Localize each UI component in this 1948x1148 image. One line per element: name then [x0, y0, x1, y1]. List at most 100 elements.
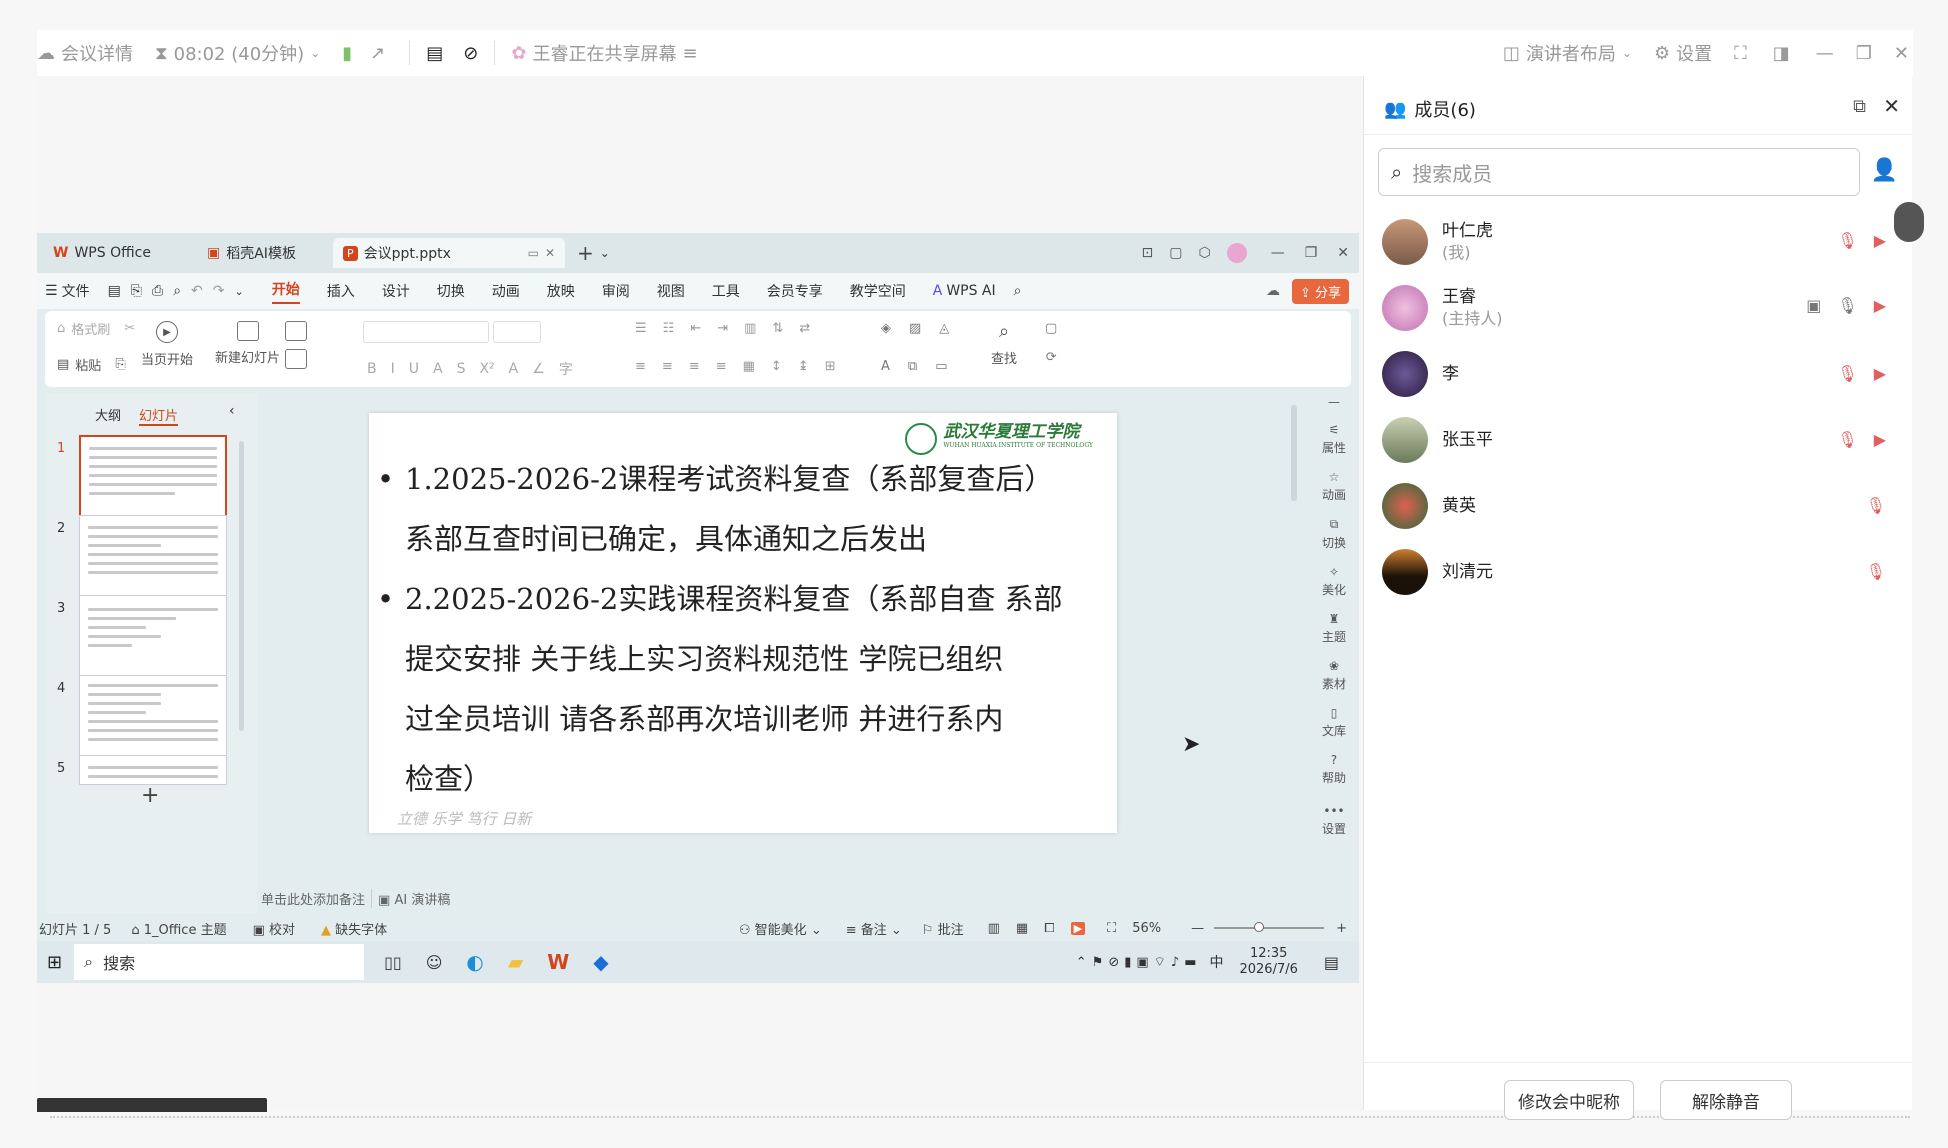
- notification-icon[interactable]: ▤: [1324, 953, 1339, 972]
- menu-slideshow[interactable]: 放映: [547, 281, 575, 301]
- menu-design[interactable]: 设计: [382, 281, 410, 301]
- minimize-icon[interactable]: —: [1271, 245, 1285, 261]
- new-slide-button[interactable]: 新建幻灯片: [215, 321, 280, 366]
- tab-outline[interactable]: 大纲: [95, 405, 121, 426]
- text-direction-icon[interactable]: ⊞: [825, 359, 836, 374]
- tool-library[interactable]: ▯ 文库: [1322, 706, 1346, 739]
- invite-member-icon[interactable]: 👤: [1871, 158, 1898, 183]
- tab-wps-office[interactable]: W WPS Office: [43, 238, 191, 268]
- paste-button[interactable]: ▤ 粘贴 ⎘: [57, 355, 126, 374]
- bullet-2[interactable]: • 2.2025-2026-2实践课程资料复查（系部自查 系部 提交安排 关于线…: [377, 569, 1063, 809]
- picture-icon[interactable]: ▨: [909, 321, 921, 336]
- align-right-icon[interactable]: ≡: [689, 359, 700, 374]
- restore-icon[interactable]: ❐: [1305, 245, 1318, 261]
- notes-bar[interactable]: 单击此处添加备注 ▣ AI 演讲稿: [261, 885, 1291, 911]
- zoom-thumb[interactable]: [1254, 922, 1265, 932]
- tool-animation[interactable]: ☆ 动画: [1322, 470, 1346, 503]
- mic-muted-icon[interactable]: 🎙: [1837, 364, 1857, 383]
- chevron-down-icon[interactable]: ⌄: [600, 246, 610, 260]
- columns-icon[interactable]: ▥: [744, 321, 756, 336]
- close-icon[interactable]: ✕: [1883, 94, 1900, 118]
- play-from-current-button[interactable]: ▶ 当页开始: [141, 321, 193, 368]
- chevron-down-icon[interactable]: ⌄: [235, 285, 244, 298]
- signal-icon[interactable]: ▮: [342, 43, 352, 64]
- normal-view-icon[interactable]: ▥: [988, 921, 1000, 936]
- task-view-icon[interactable]: ▯▯: [384, 953, 402, 972]
- add-slide-icon[interactable]: +: [141, 783, 159, 808]
- tool-transition[interactable]: ⧉ 切换: [1322, 517, 1346, 551]
- menu-file[interactable]: 文件: [62, 281, 90, 301]
- align-center-icon[interactable]: ≡: [662, 359, 673, 374]
- camera-off-icon[interactable]: ▶: [1874, 231, 1886, 250]
- monitor-icon[interactable]: ▭: [528, 246, 539, 260]
- outdent-icon[interactable]: ⇤: [690, 321, 701, 336]
- camera-off-icon[interactable]: ▶: [1874, 364, 1886, 383]
- clock[interactable]: 12:35 2026/7/6: [1239, 946, 1297, 978]
- font-size-select[interactable]: [493, 321, 541, 343]
- align-left-icon[interactable]: ≡: [635, 359, 646, 374]
- fullscreen-icon[interactable]: ⛶: [1734, 43, 1747, 64]
- distribute-icon[interactable]: ▦: [743, 359, 755, 374]
- outline-icon[interactable]: ▭: [935, 359, 947, 374]
- meeting-timer[interactable]: ⧗ 08:02 (40分钟) ⌄: [155, 40, 320, 66]
- line-spacing-icon[interactable]: ↕: [771, 359, 782, 374]
- tab-template[interactable]: ▣ 稻壳AI模板: [197, 238, 327, 268]
- font-name-select[interactable]: [363, 321, 489, 343]
- mic-muted-icon[interactable]: 🎙: [1837, 430, 1857, 449]
- popout-icon[interactable]: ⧉: [1853, 96, 1866, 117]
- window-icon[interactable]: ▢: [1169, 245, 1182, 261]
- fit-icon[interactable]: ⛶: [1107, 921, 1116, 936]
- ai-notes-button[interactable]: ▣ AI 演讲稿: [371, 888, 450, 908]
- tab-pptx[interactable]: P 会议ppt.pptx ▭ ✕: [333, 238, 565, 268]
- find-button[interactable]: ⌕ 查找: [991, 321, 1017, 367]
- layout-button[interactable]: ◫ 演讲者布局 ⌄: [1503, 40, 1632, 66]
- tab-slides[interactable]: 幻灯片: [139, 405, 179, 426]
- menu-animation[interactable]: 动画: [492, 281, 520, 301]
- recording-icon[interactable]: ▤: [426, 43, 443, 64]
- mic-muted-icon[interactable]: 🎙: [1837, 231, 1857, 250]
- app-avatar-icon[interactable]: ☺: [426, 953, 443, 972]
- user-avatar-icon[interactable]: [1226, 243, 1247, 263]
- superscript-icon[interactable]: X²: [479, 361, 494, 377]
- popout-icon[interactable]: ↗: [370, 43, 385, 64]
- tool-settings[interactable]: ••• 设置: [1322, 804, 1346, 837]
- camera-off-icon[interactable]: ▶: [1874, 296, 1886, 315]
- mic-muted-icon[interactable]: 🎙: [1866, 496, 1886, 515]
- slide-thumbnail-1[interactable]: [79, 435, 227, 519]
- screen-share-icon[interactable]: ▣: [1806, 296, 1821, 315]
- underline-icon[interactable]: U: [409, 361, 419, 377]
- comments-toggle[interactable]: ⚐ 批注: [922, 919, 964, 938]
- strikethrough-icon[interactable]: A: [433, 361, 443, 377]
- notes-toggle[interactable]: ≡ 备注 ⌄: [846, 919, 902, 938]
- phonetic-icon[interactable]: 字: [559, 359, 573, 379]
- save-icon[interactable]: ▤: [108, 283, 121, 299]
- redo-icon[interactable]: ↷: [213, 283, 225, 299]
- tray-icons[interactable]: ⌃⚑⊘▮▣⌔♪▬: [1076, 954, 1202, 970]
- cloud-icon[interactable]: ☁: [1266, 283, 1280, 299]
- panel-scrollbar[interactable]: [239, 441, 244, 731]
- tool-beautify[interactable]: ✧ 美化: [1322, 565, 1346, 598]
- wps-app-icon[interactable]: W: [547, 950, 569, 974]
- new-tab-icon[interactable]: +: [577, 241, 594, 265]
- windows-start-icon[interactable]: ⊞: [47, 952, 62, 973]
- member-row[interactable]: 刘清元: [1382, 544, 1493, 600]
- rename-button[interactable]: 修改会中昵称: [1504, 1080, 1634, 1120]
- hide-annotation-icon[interactable]: ⊘: [463, 43, 478, 64]
- textbox-icon[interactable]: A: [881, 359, 890, 374]
- member-search-input[interactable]: ⌕ 搜索成员: [1378, 148, 1860, 196]
- spacing-icon[interactable]: ↨: [798, 359, 809, 374]
- convert-icon[interactable]: ⇄: [799, 321, 810, 336]
- fill-icon[interactable]: ◬: [939, 321, 949, 336]
- tool-theme[interactable]: ♜ 主题: [1322, 612, 1346, 645]
- number-list-icon[interactable]: ☷: [663, 321, 675, 336]
- meeting-details-button[interactable]: ☁ 会议详情: [37, 40, 133, 66]
- undo-icon[interactable]: ↶: [191, 283, 203, 299]
- select-icon[interactable]: ▢: [1045, 321, 1057, 336]
- proof-status[interactable]: ▣ 校对: [253, 919, 295, 938]
- canvas-scrollbar[interactable]: [1291, 405, 1297, 501]
- member-row[interactable]: 王睿 (主持人): [1382, 280, 1503, 336]
- smart-beautify-button[interactable]: ⚇ 智能美化 ⌄: [739, 919, 822, 938]
- bold-icon[interactable]: B: [367, 361, 377, 377]
- close-icon[interactable]: ✕: [1337, 245, 1349, 261]
- slideshow-icon[interactable]: ▶: [1070, 921, 1086, 935]
